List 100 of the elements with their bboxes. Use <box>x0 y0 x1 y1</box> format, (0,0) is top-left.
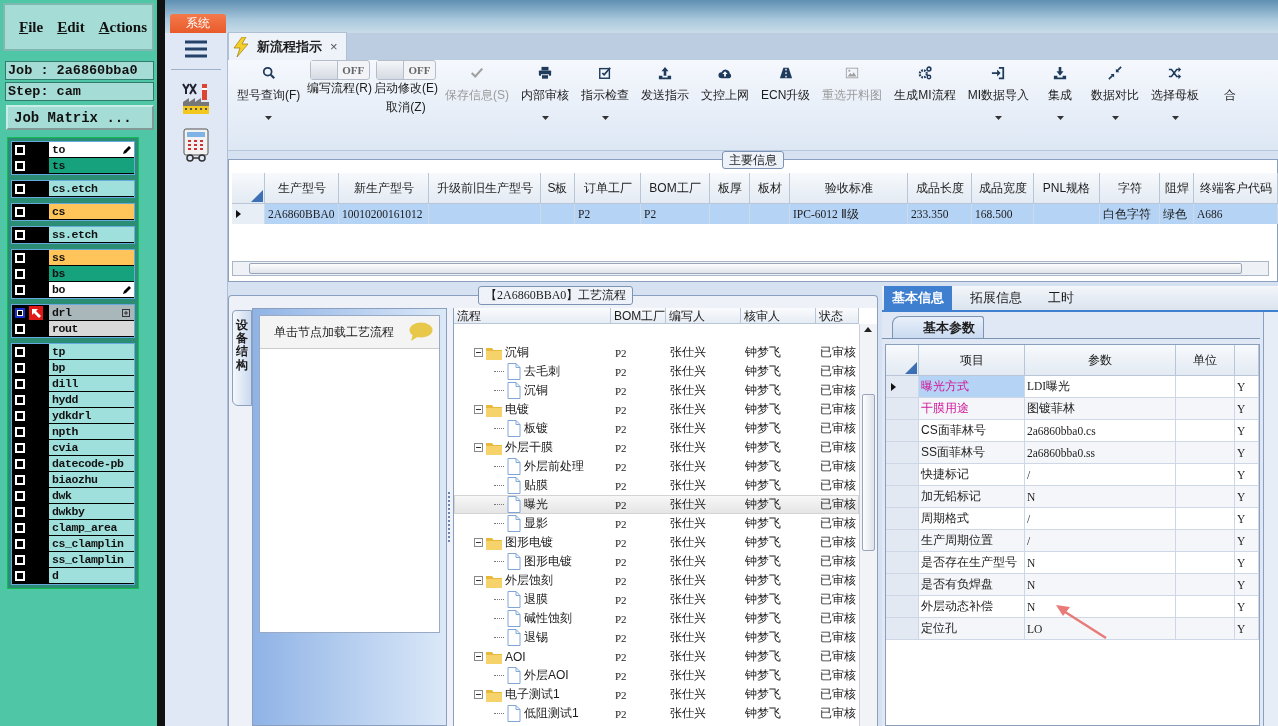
column-header[interactable]: 阻焊 <box>1160 173 1194 204</box>
column-header[interactable]: 项目 <box>919 345 1025 376</box>
layer-checkbox[interactable] <box>15 427 25 437</box>
layer-checkbox[interactable] <box>15 145 25 155</box>
menu-item[interactable]: File <box>19 18 44 36</box>
toolbar-button[interactable]: 合 <box>1206 60 1255 104</box>
layer-name[interactable]: clamp_area <box>49 520 134 536</box>
column-header[interactable]: PNL规格 <box>1034 173 1100 204</box>
toolbar-button[interactable]: 集成 <box>1036 60 1085 120</box>
layer-checkbox[interactable] <box>15 475 25 485</box>
column-header[interactable]: 生产型号 <box>265 173 339 204</box>
column-header[interactable]: 验收标准 <box>790 173 908 204</box>
toolbar-button[interactable]: 数据对比 <box>1086 60 1145 120</box>
layer-checkbox[interactable] <box>15 285 25 295</box>
layer-name[interactable]: bp <box>49 360 134 376</box>
table-row[interactable]: 2A6860BBA0 10010200161012 P2 P2 IPC-6012 Ⅱ级 233.350 168.500 白色字符 绿色 A686 <box>232 204 1277 224</box>
job-matrix-button[interactable]: Job Matrix ... <box>6 105 154 130</box>
layer-name[interactable]: rout <box>49 321 134 337</box>
tree-row[interactable]: 电子测试1 P2 张仕兴 钟梦飞 已审核 <box>454 685 859 704</box>
tree-row[interactable]: 贴膜 P2 张仕兴 钟梦飞 已审核 <box>454 476 859 495</box>
column-header[interactable]: S板 <box>541 173 575 204</box>
toggle-switch[interactable]: OFF <box>376 60 436 80</box>
table-row[interactable]: 是否有负焊盘 N Y <box>886 574 1259 596</box>
tab[interactable]: 工时 <box>1040 286 1082 310</box>
layer-name[interactable]: dill <box>49 376 134 392</box>
layer-name[interactable]: biaozhu <box>49 472 134 488</box>
collapse-icon[interactable] <box>474 690 483 699</box>
tree-row[interactable]: 退膜 P2 张仕兴 钟梦飞 已审核 <box>454 590 859 609</box>
layer-checkbox[interactable] <box>15 324 25 334</box>
layer-checkbox[interactable] <box>15 269 25 279</box>
table-row[interactable]: 定位孔 LO Y <box>886 618 1259 640</box>
table-row[interactable]: 生产周期位置 / Y <box>886 530 1259 552</box>
layer-checkbox[interactable] <box>15 459 25 469</box>
column-header[interactable]: 升级前旧生产型号 <box>429 173 541 204</box>
tree-row[interactable]: 外层蚀刻 P2 张仕兴 钟梦飞 已审核 <box>454 571 859 590</box>
vertical-tab[interactable]: 设备结构 <box>232 310 252 406</box>
layer-checkbox[interactable] <box>15 507 25 517</box>
toggle-switch[interactable]: OFF <box>309 60 370 80</box>
column-header[interactable]: 编写人 <box>666 308 741 324</box>
column-header[interactable]: 单位 <box>1176 345 1235 376</box>
vertical-scrollbar[interactable] <box>859 324 877 726</box>
column-header[interactable]: 流程 <box>454 308 611 324</box>
column-header[interactable]: 成品宽度 <box>972 173 1034 204</box>
tree-row[interactable]: 曝光 P2 张仕兴 钟梦飞 已审核 <box>454 495 859 514</box>
layer-name[interactable]: dwkby <box>49 504 134 520</box>
toolbar-button[interactable]: 发送指示 <box>636 60 694 104</box>
column-header[interactable]: 新生产型号 <box>339 173 429 204</box>
layer-checkbox[interactable] <box>15 347 25 357</box>
menu-item[interactable]: Edit <box>57 18 85 36</box>
layer-checkbox[interactable] <box>15 253 25 263</box>
column-header[interactable]: 成品长度 <box>908 173 972 204</box>
layer-name[interactable]: ydkdrl <box>49 408 134 424</box>
collapse-icon[interactable] <box>474 348 483 357</box>
menu-item[interactable]: Actions <box>98 18 148 36</box>
layer-name[interactable]: to <box>49 142 134 158</box>
document-tab[interactable]: 新流程指示 × <box>228 32 347 60</box>
toolbar-button[interactable]: ECN升级 <box>756 60 816 104</box>
layer-name[interactable]: dwk <box>49 488 134 504</box>
layer-checkbox[interactable] <box>15 230 25 240</box>
layer-name[interactable]: hydd <box>49 392 134 408</box>
layer-checkbox[interactable] <box>15 571 25 581</box>
toolbar-button[interactable]: 指示检查 <box>576 60 634 120</box>
toolbar-button[interactable]: 选择母板 <box>1146 60 1205 120</box>
table-row[interactable]: 干膜用途 图镀菲林 Y <box>886 398 1259 420</box>
column-header[interactable]: 字符 <box>1100 173 1160 204</box>
tree-row[interactable]: 外层干膜 P2 张仕兴 钟梦飞 已审核 <box>454 438 859 457</box>
layer-name[interactable]: ts <box>49 158 134 174</box>
toolbar-button[interactable]: 型号查询(F) <box>232 60 306 120</box>
layer-checkbox[interactable] <box>15 411 25 421</box>
collapse-icon[interactable] <box>474 576 483 585</box>
layer-name[interactable]: datecode-pb <box>49 456 134 472</box>
tree-row[interactable]: 低阻测试1 P2 张仕兴 钟梦飞 已审核 <box>454 704 859 723</box>
layer-name[interactable]: cs <box>49 204 134 220</box>
collapse-icon[interactable] <box>474 443 483 452</box>
sub-tab[interactable]: 基本参数 <box>892 316 984 338</box>
tree-row[interactable]: 外层AOI P2 张仕兴 钟梦飞 已审核 <box>454 666 859 685</box>
layer-name[interactable]: npth <box>49 424 134 440</box>
layer-name[interactable]: bo <box>49 282 134 298</box>
horizontal-scrollbar[interactable] <box>232 261 1269 276</box>
tree-row[interactable]: 显影 P2 张仕兴 钟梦飞 已审核 <box>454 514 859 533</box>
toolbar-button[interactable]: 内部审核 <box>516 60 574 120</box>
layer-name[interactable]: cs.etch <box>49 181 134 197</box>
layer-checkbox[interactable] <box>15 491 25 501</box>
column-header[interactable]: 参数 <box>1025 345 1176 376</box>
column-header[interactable]: 状态 <box>816 308 859 324</box>
tab[interactable]: 拓展信息 <box>962 286 1030 310</box>
toolbar-button[interactable]: MI数据导入 <box>962 60 1035 120</box>
column-header[interactable]: 板材 <box>750 173 790 204</box>
tree-row[interactable]: 沉铜 P2 张仕兴 钟梦飞 已审核 <box>454 343 859 362</box>
layer-name[interactable]: cvia <box>49 440 134 456</box>
column-header[interactable]: BOM工厂 <box>611 308 666 324</box>
column-header[interactable]: 订单工厂 <box>575 173 641 204</box>
layer-name[interactable]: tp <box>49 344 134 360</box>
collapse-icon[interactable] <box>474 538 483 547</box>
tree-row[interactable]: 板镀 P2 张仕兴 钟梦飞 已审核 <box>454 419 859 438</box>
layer-name[interactable]: cs_clamplin <box>49 536 134 552</box>
tree-row[interactable]: 电镀 P2 张仕兴 钟梦飞 已审核 <box>454 400 859 419</box>
tree-row[interactable]: AOI P2 张仕兴 钟梦飞 已审核 <box>454 647 859 666</box>
tab[interactable]: 基本信息 <box>884 286 952 310</box>
tree-row[interactable]: 图形电镀 P2 张仕兴 钟梦飞 已审核 <box>454 552 859 571</box>
